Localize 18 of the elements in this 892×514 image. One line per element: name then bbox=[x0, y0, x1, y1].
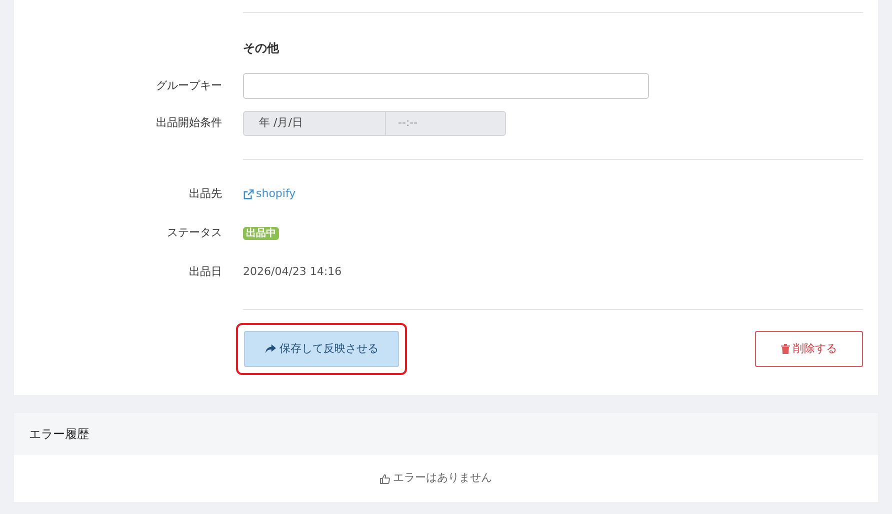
group-key-input[interactable] bbox=[243, 73, 649, 99]
card-title: エラー履歴 bbox=[29, 426, 89, 443]
info-label: 出品日 bbox=[189, 264, 222, 278]
listing-date: 2026/04/23 14:16 bbox=[243, 264, 342, 280]
delete-button[interactable]: 削除する bbox=[755, 331, 863, 367]
trash-icon bbox=[781, 344, 790, 354]
save-button[interactable]: 保存して反映させる bbox=[244, 331, 399, 367]
shop-link[interactable]: shopify bbox=[243, 186, 296, 202]
section-title: その他 bbox=[243, 40, 279, 57]
status-badge: 出品中 bbox=[243, 226, 279, 240]
share-arrow-icon bbox=[264, 344, 276, 354]
info-label: ステータス bbox=[167, 226, 222, 239]
empty-message: エラーはありません bbox=[393, 470, 492, 486]
field-label: 出品開始条件 bbox=[156, 116, 222, 130]
thumbs-up-icon bbox=[380, 474, 390, 484]
field-label: グループキー bbox=[156, 78, 222, 92]
external-link-icon bbox=[243, 188, 254, 200]
info-label: 出品先 bbox=[189, 186, 222, 200]
